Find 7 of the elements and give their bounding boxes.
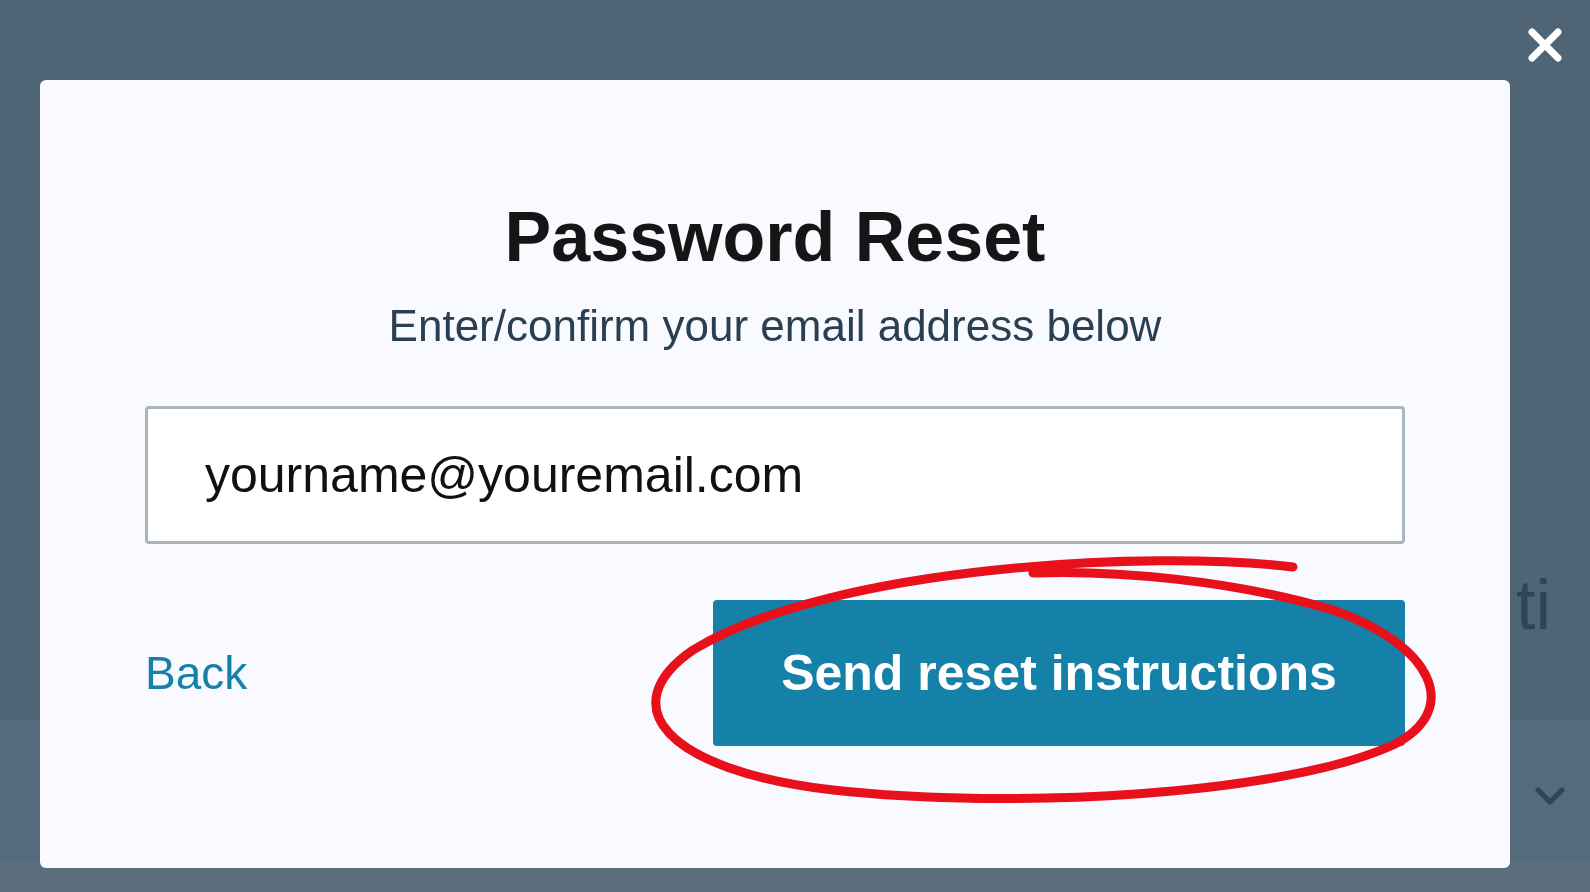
back-link[interactable]: Back bbox=[145, 638, 248, 708]
dialog-title: Password Reset bbox=[504, 202, 1046, 272]
dialog-subtitle: Enter/confirm your email address below bbox=[388, 304, 1162, 348]
chevron-down-icon bbox=[1535, 787, 1565, 805]
email-field[interactable]: yourname@youremail.com bbox=[145, 406, 1405, 544]
send-button[interactable]: Send reset instructions bbox=[713, 600, 1405, 746]
close-button[interactable] bbox=[1525, 25, 1565, 65]
